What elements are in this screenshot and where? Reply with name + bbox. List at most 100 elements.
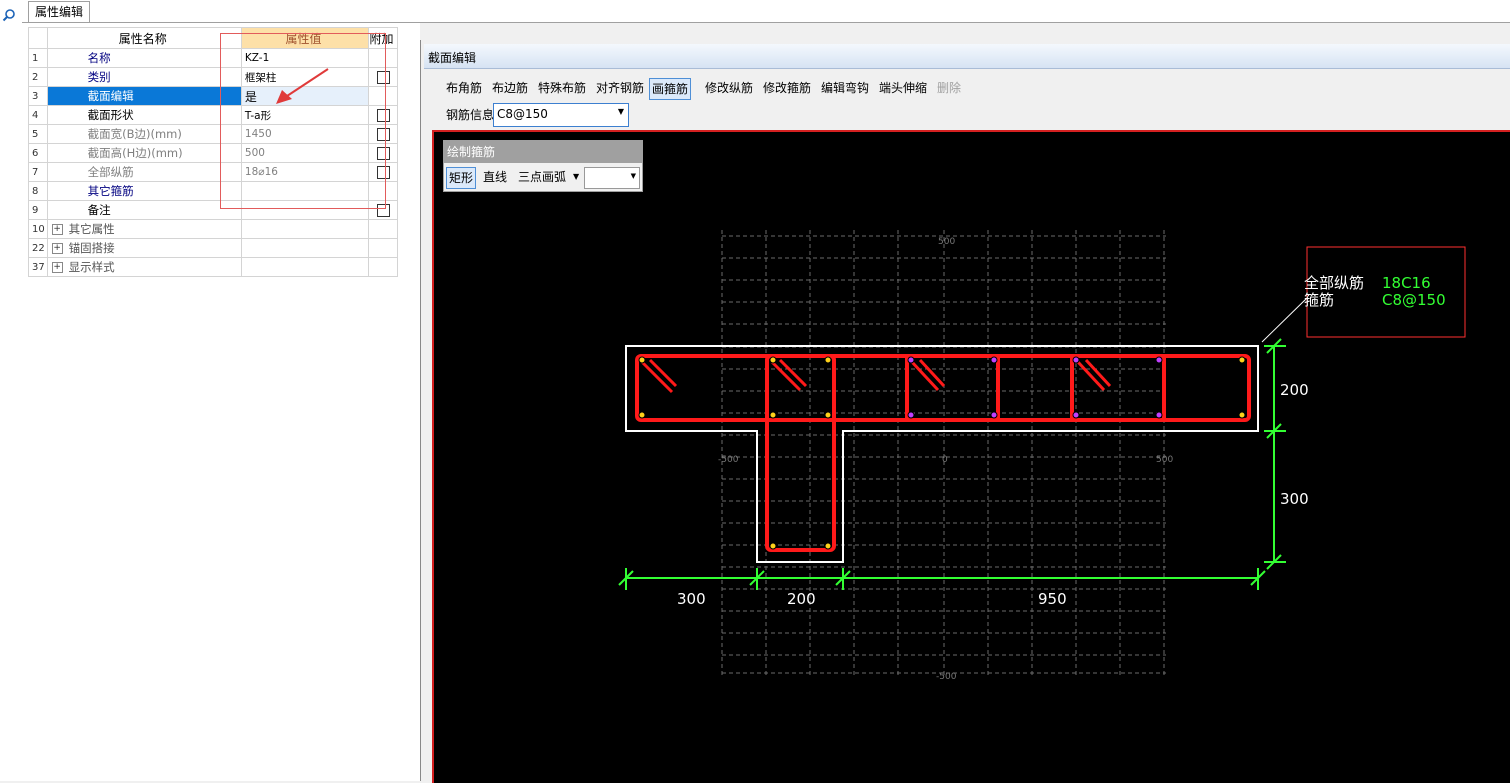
- expand-icon[interactable]: +: [51, 262, 63, 273]
- tool-corner-rebar[interactable]: 布角筋: [444, 78, 484, 98]
- tool-edge-rebar[interactable]: 布边筋: [490, 78, 530, 98]
- row-number: 4: [28, 105, 48, 125]
- table-row-group[interactable]: 10 + 其它属性: [28, 219, 398, 239]
- tool-draw-stirrup[interactable]: 画箍筋: [649, 78, 692, 100]
- property-name: 截面高(H边)(mm): [46, 143, 242, 163]
- background-grid: [721, 230, 1166, 678]
- rebar-point: [1238, 356, 1246, 364]
- grid-label-left: -500: [718, 455, 739, 465]
- left-toolbar-strip: [0, 0, 23, 781]
- property-value: [240, 257, 370, 277]
- rebar-info-select[interactable]: C8@150 ▼: [493, 103, 629, 127]
- extra-cell: [368, 257, 398, 277]
- row-number: 3: [28, 86, 48, 106]
- tool-edit-hook[interactable]: 编辑弯钩: [819, 78, 871, 98]
- row-number: 2: [28, 67, 48, 87]
- rebar-info-value: C8@150: [497, 107, 548, 121]
- chevron-down-icon: ▼: [630, 172, 636, 180]
- property-name: 其它箍筋: [46, 181, 242, 201]
- dim-bottom-2: 200: [787, 590, 816, 608]
- tab-bar: [22, 0, 1510, 23]
- row-number: 22: [28, 238, 48, 258]
- chevron-down-icon: ▼: [617, 107, 624, 116]
- tool-end-extend[interactable]: 端头伸缩: [877, 78, 929, 98]
- rebar-point: [1155, 411, 1163, 419]
- group-name: + 显示样式: [46, 257, 242, 277]
- rebar-point: [769, 411, 777, 419]
- rebar-point: [907, 356, 915, 364]
- annotation-arrow-icon: [276, 68, 329, 104]
- chevron-down-icon[interactable]: ▼: [571, 167, 581, 187]
- legend-leader: [1261, 297, 1308, 343]
- row-number: 37: [28, 257, 48, 277]
- tab-attribute-edit[interactable]: 属性编辑: [28, 1, 91, 22]
- section-drawing[interactable]: 500 -500 0 500 -500 300 200 950 200 300 …: [434, 132, 1510, 781]
- rebar-point: [769, 542, 777, 550]
- legend-stirrup-value: C8@150: [1382, 291, 1446, 309]
- row-number: 7: [28, 162, 48, 182]
- search-icon[interactable]: [2, 8, 16, 22]
- rebar-info-label: 钢筋信息: [446, 108, 495, 122]
- property-name: 截面编辑: [46, 86, 242, 106]
- property-name: 全部纵筋: [46, 162, 242, 182]
- stirrup-outer: [635, 354, 1251, 422]
- grid-label-right: 500: [1156, 455, 1173, 465]
- row-number: 1: [28, 48, 48, 68]
- stirrup-web: [765, 354, 836, 552]
- mode-line[interactable]: 直线: [481, 167, 509, 187]
- dim-bottom-3: 950: [1038, 590, 1067, 608]
- rebar-point: [1238, 411, 1246, 419]
- table-row-group[interactable]: 22 + 锚固搭接: [28, 238, 398, 258]
- grid-header-name[interactable]: 属性名称: [46, 27, 242, 49]
- rebar-point: [638, 411, 646, 419]
- dim-right-1: 200: [1280, 381, 1309, 399]
- row-number: 5: [28, 124, 48, 144]
- annotation-frame: [220, 33, 386, 209]
- tool-delete[interactable]: 删除: [935, 78, 963, 98]
- group-label: 锚固搭接: [68, 241, 115, 255]
- group-name: + 其它属性: [46, 219, 242, 239]
- property-value: [240, 219, 370, 239]
- draw-stirrup-panel-title: 绘制箍筋: [447, 145, 496, 159]
- grid-header-num: [28, 27, 48, 49]
- rebar-point: [824, 542, 832, 550]
- legend-longitudinal-value: 18C16: [1382, 274, 1431, 292]
- rebar-point: [1072, 356, 1080, 364]
- row-number: 6: [28, 143, 48, 163]
- expand-icon[interactable]: +: [51, 224, 63, 235]
- editor-toolbar: 布角筋 布边筋 特殊布筋 对齐钢筋 画箍筋 修改纵筋 修改箍筋 编辑弯钩 端头伸…: [430, 74, 1510, 100]
- tool-special-rebar[interactable]: 特殊布筋: [536, 78, 588, 98]
- extra-cell: [368, 238, 398, 258]
- property-name: 类别: [46, 67, 242, 87]
- draw-stirrup-panel-header[interactable]: 绘制箍筋: [444, 141, 642, 163]
- property-name: 截面宽(B边)(mm): [46, 124, 242, 144]
- rebar-point: [769, 356, 777, 364]
- expand-icon[interactable]: +: [51, 243, 63, 254]
- draw-option-select[interactable]: ▼: [584, 167, 640, 189]
- grid-label-center: 0: [942, 455, 948, 465]
- rebar-point: [990, 411, 998, 419]
- draw-stirrup-panel: 绘制箍筋 矩形 直线 三点画弧 ▼ ▼: [443, 140, 643, 192]
- table-row-group[interactable]: 37 + 显示样式: [28, 257, 398, 277]
- section-editor-titlebar: 截面编辑: [424, 44, 1510, 69]
- legend-stirrup-label: 箍筋: [1304, 291, 1334, 309]
- grid-label-bottom: -500: [936, 672, 957, 682]
- tool-edit-longitudinal[interactable]: 修改纵筋: [703, 78, 755, 98]
- rebar-point: [990, 356, 998, 364]
- property-name: 截面形状: [46, 105, 242, 125]
- tool-edit-stirrup[interactable]: 修改箍筋: [761, 78, 813, 98]
- rebar-point: [638, 356, 646, 364]
- dim-bottom-1: 300: [677, 590, 706, 608]
- grid-label-top: 500: [938, 237, 955, 247]
- stirrups[interactable]: [635, 354, 1251, 552]
- legend: 全部纵筋 18C16 箍筋 C8@150: [1304, 274, 1446, 309]
- extra-cell: [368, 219, 398, 239]
- rebar-point: [907, 411, 915, 419]
- mode-three-point-arc[interactable]: 三点画弧: [516, 167, 568, 187]
- property-value: [240, 238, 370, 258]
- tool-align-rebar[interactable]: 对齐钢筋: [594, 78, 646, 98]
- rebar-point: [824, 356, 832, 364]
- rebar-point: [824, 411, 832, 419]
- mode-rectangle[interactable]: 矩形: [446, 167, 477, 189]
- row-number: 8: [28, 181, 48, 201]
